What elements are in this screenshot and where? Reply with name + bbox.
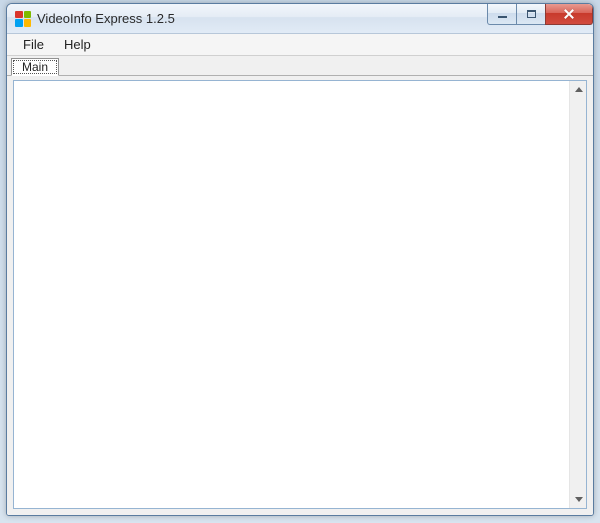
window-controls: [488, 4, 593, 25]
minimize-button[interactable]: [487, 4, 517, 25]
maximize-icon: [527, 10, 536, 18]
app-icon: [15, 11, 31, 27]
titlebar[interactable]: VideoInfo Express 1.2.5: [7, 4, 593, 34]
client-area: [7, 76, 593, 515]
maximize-button[interactable]: [516, 4, 546, 25]
scroll-up-icon: [575, 87, 583, 92]
minimize-icon: [498, 16, 507, 18]
menu-file[interactable]: File: [13, 35, 54, 54]
menubar: File Help: [7, 34, 593, 56]
close-button[interactable]: [545, 4, 593, 25]
tab-main[interactable]: Main: [11, 58, 59, 76]
tabstrip: Main: [7, 56, 593, 76]
app-window: VideoInfo Express 1.2.5 File Help Main: [6, 3, 594, 516]
vertical-scrollbar[interactable]: [569, 81, 586, 508]
content-frame: [13, 80, 587, 509]
window-title: VideoInfo Express 1.2.5: [37, 11, 175, 26]
close-icon: [563, 8, 575, 20]
scroll-up-button[interactable]: [570, 81, 587, 98]
scroll-down-button[interactable]: [570, 491, 587, 508]
menu-help[interactable]: Help: [54, 35, 101, 54]
scroll-down-icon: [575, 497, 583, 502]
